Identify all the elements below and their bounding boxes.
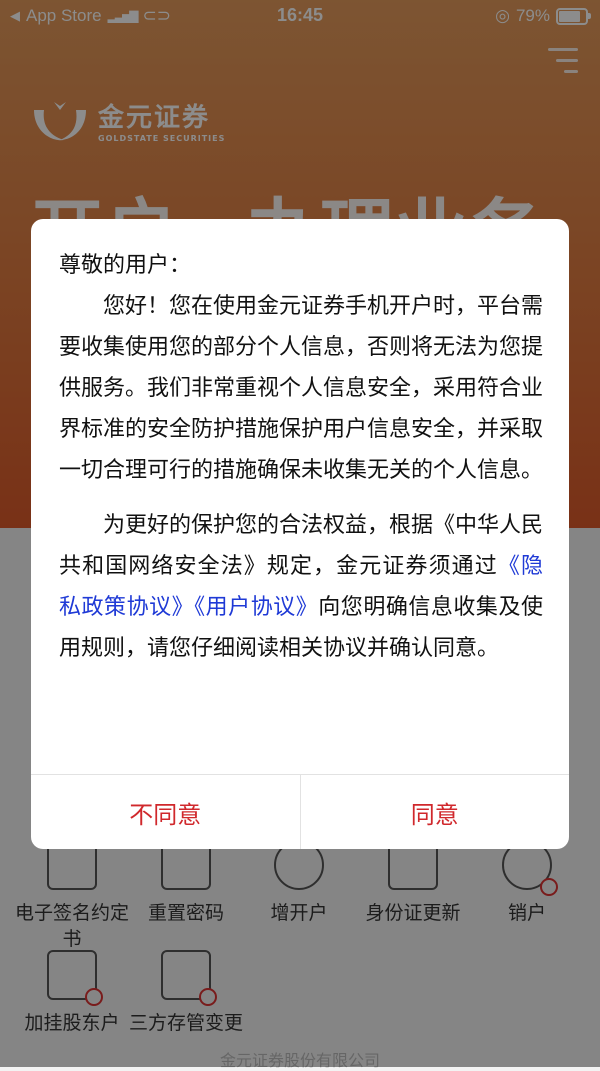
dialog-paragraph-1: 您好！您在使用金元证券手机开户时，平台需要收集使用您的部分个人信息，否则将无法为… xyxy=(59,294,544,483)
agree-button[interactable]: 同意 xyxy=(299,775,570,849)
privacy-dialog: 尊敬的用户： 您好！您在使用金元证券手机开户时，平台需要收集使用您的部分个人信息… xyxy=(31,219,569,849)
user-agreement-link[interactable]: 《用户协议》 xyxy=(194,595,318,620)
p2-text-before: 为更好的保护您的合法权益，根据《中华人民共和国网络安全法》规定，金元证券须通过 xyxy=(59,513,544,579)
dialog-paragraph-2: 为更好的保护您的合法权益，根据《中华人民共和国网络安全法》规定，金元证券须通过《… xyxy=(59,505,543,669)
disagree-button[interactable]: 不同意 xyxy=(31,775,300,849)
dialog-actions: 不同意 同意 xyxy=(31,774,569,849)
dialog-greeting: 尊敬的用户： xyxy=(59,253,192,278)
dialog-content: 尊敬的用户： 您好！您在使用金元证券手机开户时，平台需要收集使用您的部分个人信息… xyxy=(59,245,543,683)
